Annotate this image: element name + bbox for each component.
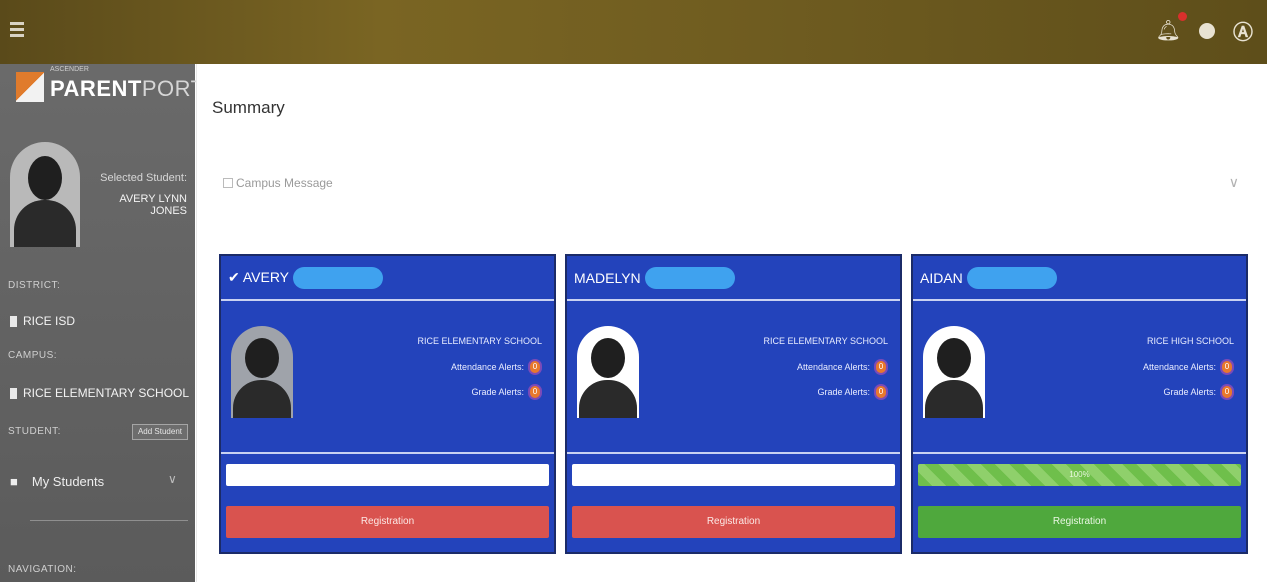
logo-bold: PARENT [50, 76, 142, 101]
student-card-header: AIDAN [913, 256, 1246, 301]
school-name: RICE ELEMENTARY SCHOOL [417, 336, 542, 346]
ascender-logo-icon [16, 72, 44, 102]
grade-count-badge: 0 [528, 384, 542, 400]
main-content: Summary Campus Message ∨ ✔ AVERY RICE EL… [196, 64, 1267, 582]
grade-alerts-label: Grade Alerts: [471, 387, 524, 397]
top-icons: 🔔︎ Ⓐ︎ [1156, 12, 1253, 45]
campus-value-text: RICE ELEMENTARY SCHOOL [23, 386, 190, 400]
attendance-count-badge: 0 [874, 359, 888, 375]
attendance-alerts-label: Attendance Alerts: [1142, 362, 1216, 372]
student-name: MADELYN [574, 269, 641, 286]
redaction-mask [966, 266, 1057, 289]
my-students-label: My Students [31, 474, 105, 489]
building-icon [10, 387, 17, 399]
sidebar: PARENTPORTAL ASCENDER Selected Student: … [0, 64, 230, 582]
student-icon: ■ [10, 474, 18, 489]
attendance-count-badge: 0 [1220, 359, 1234, 375]
my-students-dropdown[interactable]: ■ My Students [10, 474, 104, 489]
student-card-avery[interactable]: ✔ AVERY RICE ELEMENTARY SCHOOL Attendanc… [221, 256, 554, 552]
attendance-alerts-label: Attendance Alerts: [796, 362, 870, 372]
sidebar-divider [30, 520, 188, 521]
district-value-text: RICE ISD [23, 314, 76, 328]
student-avatar [577, 326, 639, 418]
grade-alerts[interactable]: Grade Alerts: 0 [1163, 384, 1234, 400]
attendance-alerts[interactable]: Attendance Alerts: 0 [451, 359, 542, 375]
message-icon [223, 178, 233, 188]
campus-value: RICE ELEMENTARY SCHOOL [10, 386, 189, 400]
grade-alerts-label: Grade Alerts: [817, 387, 870, 397]
notification-badge [1178, 12, 1187, 21]
student-card-aidan[interactable]: AIDAN RICE HIGH SCHOOL Attendance Alerts… [913, 256, 1246, 552]
top-navbar: 🔔︎ Ⓐ︎ [0, 0, 1267, 64]
student-card-madelyn[interactable]: MADELYN RICE ELEMENTARY SCHOOL Attendanc… [567, 256, 900, 552]
attendance-alerts-label: Attendance Alerts: [450, 362, 524, 372]
student-card-header: ✔ AVERY [221, 256, 554, 301]
grade-alerts[interactable]: Grade Alerts: 0 [817, 384, 888, 400]
redaction-mask [293, 266, 384, 289]
registration-button[interactable]: Registration [572, 506, 895, 538]
district-value: RICE ISD [10, 314, 75, 328]
selected-student-name: AVERY LYNN JONES [119, 193, 187, 217]
registration-button[interactable]: Registration [226, 506, 549, 538]
grade-count-badge: 0 [1220, 384, 1234, 400]
page-title: Summary [212, 98, 285, 117]
campus-message-toggle[interactable]: Campus Message [223, 176, 333, 190]
registration-progress-bar [572, 464, 895, 486]
chevron-down-icon[interactable]: ∨ [168, 472, 177, 486]
school-name: RICE ELEMENTARY SCHOOL [763, 336, 888, 346]
user-icon[interactable]: Ⓐ︎ [1233, 16, 1253, 45]
registration-button[interactable]: Registration [918, 506, 1241, 538]
grade-count-badge: 0 [874, 384, 888, 400]
building-icon [10, 315, 17, 327]
card-divider [913, 452, 1246, 454]
selected-student-avatar [10, 142, 80, 247]
progress-fill: 100% [918, 464, 1241, 486]
redaction-mask [644, 266, 735, 289]
district-label: DISTRICT: [8, 280, 61, 291]
grade-alerts-label: Grade Alerts: [1163, 387, 1216, 397]
student-label: STUDENT: [8, 426, 61, 437]
help-icon[interactable] [1199, 22, 1215, 39]
student-card-header: MADELYN [567, 256, 900, 301]
attendance-count-badge: 0 [528, 359, 542, 375]
student-name: ✔ AVERY [228, 269, 290, 285]
chevron-down-icon[interactable]: ∨ [1229, 174, 1239, 191]
school-name: RICE HIGH SCHOOL [1146, 336, 1234, 346]
registration-progress-bar [226, 464, 549, 486]
navigation-label: NAVIGATION: [8, 564, 77, 575]
student-avatar [923, 326, 985, 418]
campus-message-label: Campus Message [236, 176, 333, 190]
attendance-alerts[interactable]: Attendance Alerts: 0 [1143, 359, 1234, 375]
bell-icon[interactable]: 🔔︎ [1156, 12, 1187, 43]
menu-icon[interactable] [10, 22, 24, 38]
logo-subtitle: ASCENDER [50, 66, 89, 73]
registration-progress-bar: 100% [918, 464, 1241, 486]
student-name: AIDAN [920, 269, 963, 286]
attendance-alerts[interactable]: Attendance Alerts: 0 [797, 359, 888, 375]
student-avatar [231, 326, 293, 418]
campus-label: CAMPUS: [8, 350, 58, 361]
add-student-button[interactable]: Add Student [132, 424, 188, 440]
card-divider [221, 452, 554, 454]
selected-student-label: Selected Student: [100, 172, 187, 184]
card-divider [567, 452, 900, 454]
grade-alerts[interactable]: Grade Alerts: 0 [471, 384, 542, 400]
